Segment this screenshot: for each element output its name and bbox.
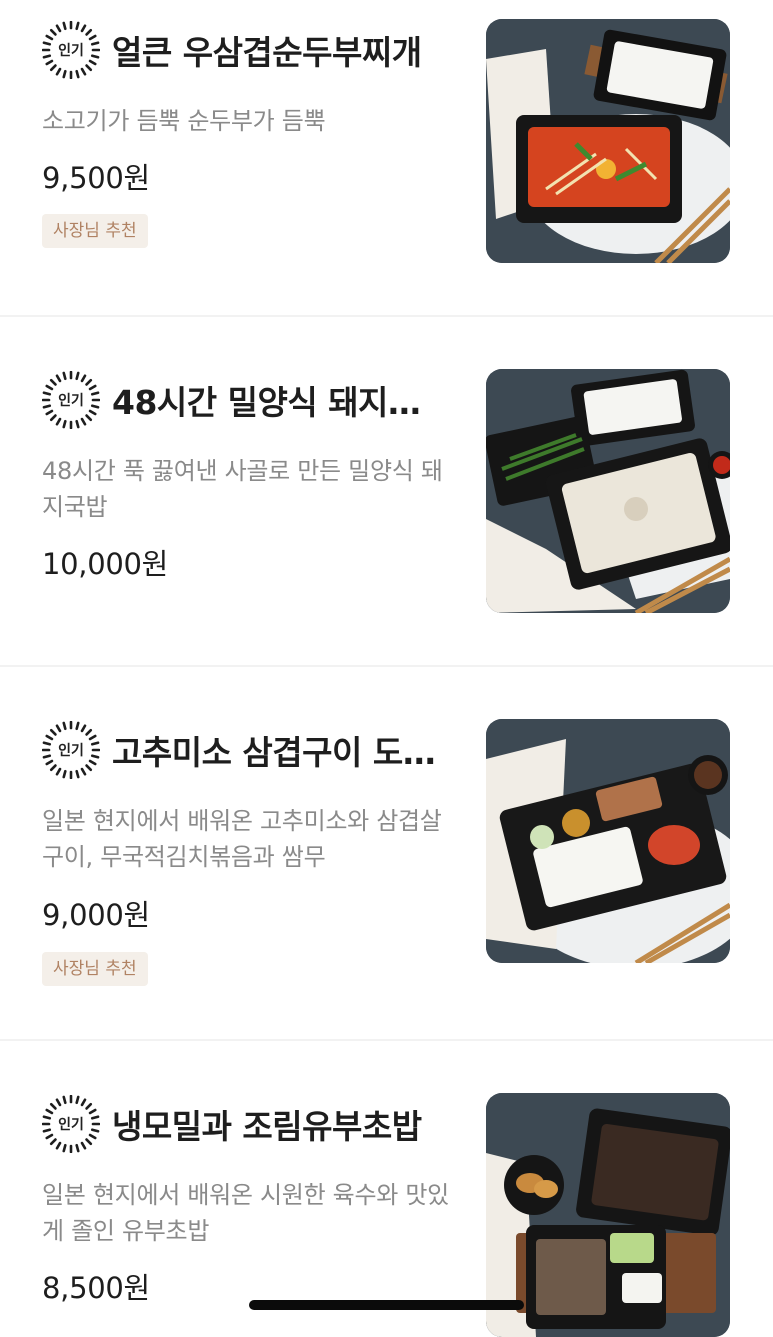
- item-photo: [486, 1093, 730, 1337]
- item-divider: [0, 315, 773, 317]
- home-indicator[interactable]: [249, 1300, 524, 1310]
- item-price: 8,500원: [42, 1271, 150, 1305]
- item-name: 얼큰 우삼겹순두부찌개: [112, 33, 422, 72]
- menu-item-2[interactable]: 인기 48시간 밀양식 돼지… 48시간 푹 끓여낸 사골로 만든 밀양식 돼지…: [0, 367, 773, 627]
- item-description: 일본 현지에서 배워온 고추미소와 삼겹살구이, 무국적김치볶음과 쌈무: [42, 807, 442, 871]
- owner-recommend-badge: 사장님 추천: [42, 952, 148, 986]
- item-name: 48시간 밀양식 돼지…: [112, 383, 421, 422]
- popular-badge-icon: 인기: [42, 721, 100, 779]
- item-price: 9,500원: [42, 161, 150, 195]
- item-description: 소고기가 듬뿍 순두부가 듬뿍: [42, 107, 326, 135]
- popular-badge-icon: 인기: [42, 21, 100, 79]
- item-photo: [486, 369, 730, 613]
- item-divider: [0, 1039, 773, 1041]
- item-name: 고추미소 삼겹구이 도…: [112, 733, 436, 772]
- item-price: 10,000원: [42, 547, 169, 581]
- item-divider: [0, 665, 773, 667]
- item-price: 9,000원: [42, 898, 150, 932]
- item-description: 48시간 푹 끓여낸 사골로 만든 밀양식 돼지국밥: [42, 457, 443, 521]
- item-description: 일본 현지에서 배워온 시원한 육수와 맛있게 졸인 유부초밥: [42, 1181, 449, 1245]
- item-photo: [486, 719, 730, 963]
- menu-item-3[interactable]: 인기 고추미소 삼겹구이 도… 일본 현지에서 배워온 고추미소와 삼겹살구이,…: [0, 717, 773, 1017]
- item-name: 냉모밀과 조림유부초밥: [112, 1107, 422, 1146]
- menu-item-4[interactable]: 인기 냉모밀과 조림유부초밥 일본 현지에서 배워온 시원한 육수와 맛있게 졸…: [0, 1091, 773, 1337]
- popular-badge-icon: 인기: [42, 371, 100, 429]
- popular-badge-icon: 인기: [42, 1095, 100, 1153]
- owner-recommend-badge: 사장님 추천: [42, 214, 148, 248]
- menu-item-1[interactable]: 인기 얼큰 우삼겹순두부찌개 소고기가 듬뿍 순두부가 듬뿍 9,500원 사장…: [0, 17, 773, 297]
- item-photo: [486, 19, 730, 263]
